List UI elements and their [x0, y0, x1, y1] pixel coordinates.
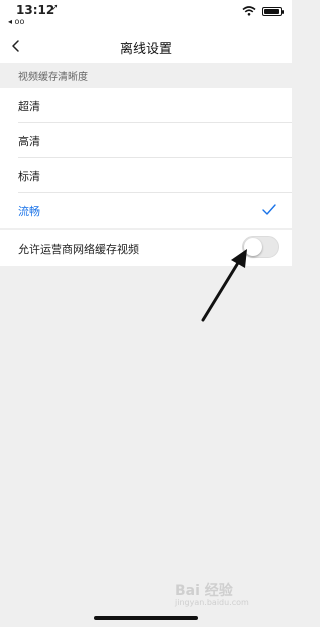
status-bar: 13:12 ➚ ◂ oo [0, 0, 292, 30]
quality-option-label: 流畅 [18, 205, 40, 218]
nav-bar: 离线设置 [0, 30, 292, 63]
wifi-icon [242, 6, 256, 16]
quality-option-gaoqing[interactable]: 高清 [0, 123, 292, 158]
status-time: 13:12 [16, 3, 55, 17]
quality-option-label: 标清 [18, 170, 40, 183]
quality-option-chaoqing[interactable]: 超清 [0, 88, 292, 123]
quality-option-label: 超清 [18, 100, 40, 113]
baidu-watermark: Bai 经验 jingyan.baidu.com [175, 580, 249, 607]
annotation-arrow-icon [201, 249, 247, 322]
cellular-cache-label: 允许运营商网络缓存视频 [18, 243, 139, 256]
quality-option-label: 高清 [18, 135, 40, 148]
page-title: 离线设置 [119, 42, 172, 57]
home-indicator[interactable] [94, 616, 198, 620]
checkmark-icon [262, 204, 276, 215]
watermark-text: Bai 经验 [175, 583, 233, 599]
quality-option-biaoqing[interactable]: 标清 [0, 158, 292, 193]
back-to-app-label[interactable]: ◂ oo [8, 17, 24, 26]
section-title: 视频缓存清晰度 [18, 72, 88, 83]
location-icon: ➚ [51, 3, 59, 13]
watermark-subtext: jingyan.baidu.com [175, 598, 249, 607]
status-icons [242, 6, 284, 16]
quality-option-liuchang[interactable]: 流畅 [0, 193, 292, 228]
battery-icon [262, 6, 284, 16]
quality-list: 超清 高清 标清 流畅 [0, 88, 292, 228]
section-header: 视频缓存清晰度 [0, 63, 292, 88]
